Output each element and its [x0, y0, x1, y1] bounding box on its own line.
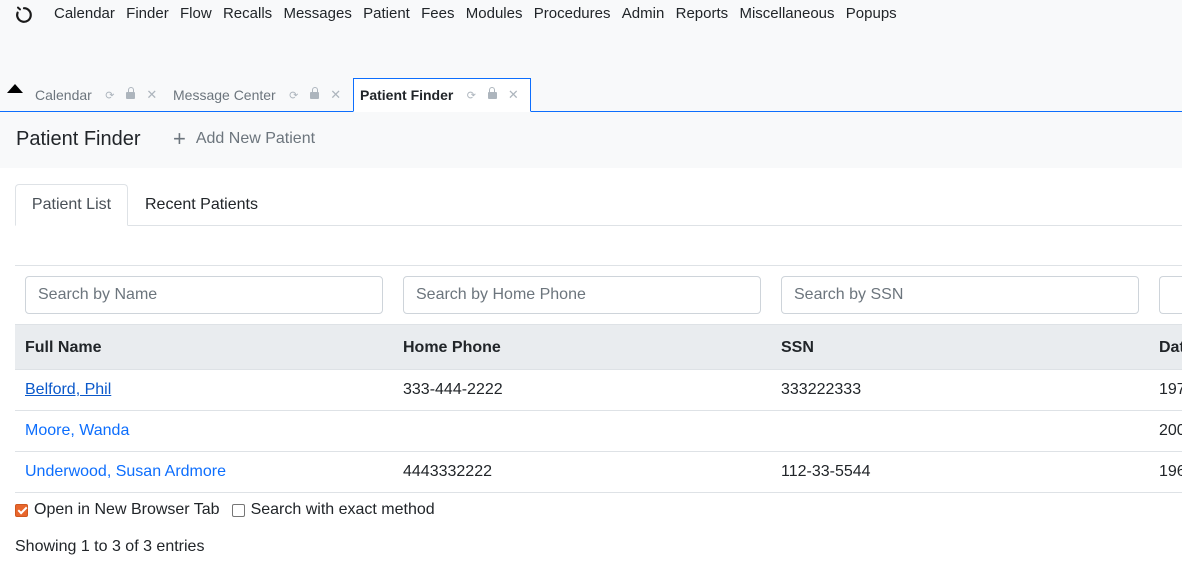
window-tab-label: Message Center — [173, 87, 276, 103]
close-icon[interactable]: ✕ — [506, 87, 520, 103]
dob-cell: 197 — [1159, 381, 1182, 398]
lock-icon[interactable] — [124, 87, 138, 102]
column-header-date-of-birth[interactable]: Dat — [1159, 339, 1182, 357]
page-title: Patient Finder — [16, 128, 141, 150]
window-tab-label: Patient Finder — [360, 87, 454, 103]
table-row[interactable]: Underwood, Susan Ardmore 4443332222 112-… — [15, 452, 1182, 493]
tab-patient-list[interactable]: Patient List — [15, 184, 128, 226]
search-name-input[interactable] — [25, 276, 383, 314]
window-tab-patient-finder[interactable]: Patient Finder ⟳ ✕ — [353, 78, 531, 112]
menu-procedures[interactable]: Procedures — [534, 5, 611, 23]
close-icon[interactable]: ✕ — [329, 87, 343, 103]
search-options: Open in New Browser Tab Search with exac… — [15, 501, 447, 519]
patient-name-link[interactable]: Moore, Wanda — [25, 422, 129, 440]
open-new-tab-checkbox[interactable] — [15, 503, 28, 517]
menu-miscellaneous[interactable]: Miscellaneous — [739, 5, 834, 23]
ssn-cell: 112-33-5544 — [781, 463, 871, 480]
patient-name-link[interactable]: Underwood, Susan Ardmore — [25, 463, 226, 481]
search-ssn-input[interactable] — [781, 276, 1139, 314]
patient-nav-tabs: Patient List Recent Patients — [15, 184, 1182, 226]
menu-fees[interactable]: Fees — [421, 5, 454, 23]
lock-icon[interactable] — [485, 87, 499, 102]
open-new-tab-label[interactable]: Open in New Browser Tab — [34, 501, 220, 519]
menu-admin[interactable]: Admin — [622, 5, 665, 23]
caret-up-icon[interactable] — [7, 84, 23, 93]
main-menu: Calendar Finder Flow Recalls Messages Pa… — [54, 5, 908, 23]
exact-search-checkbox[interactable] — [231, 503, 245, 517]
menu-messages[interactable]: Messages — [283, 5, 351, 23]
column-header-ssn[interactable]: SSN — [781, 339, 814, 357]
search-dob-input[interactable] — [1159, 276, 1182, 314]
window-tab-message-center[interactable]: Message Center ⟳ ✕ — [173, 78, 343, 112]
refresh-icon[interactable]: ⟳ — [103, 89, 117, 102]
menu-modules[interactable]: Modules — [466, 5, 523, 23]
column-header-full-name[interactable]: Full Name — [25, 339, 101, 357]
top-menu-bar: Calendar Finder Flow Recalls Messages Pa… — [0, 0, 1182, 78]
menu-calendar[interactable]: Calendar — [54, 5, 115, 23]
refresh-icon[interactable]: ⟳ — [464, 89, 478, 102]
column-header-home-phone[interactable]: Home Phone — [403, 339, 501, 357]
add-new-patient-label: Add New Patient — [195, 130, 316, 147]
openemr-logo-icon[interactable] — [15, 6, 33, 24]
menu-finder[interactable]: Finder — [126, 5, 169, 23]
menu-patient[interactable]: Patient — [363, 5, 410, 23]
home-phone-cell: 333-444-2222 — [403, 381, 503, 398]
dob-cell: 200 — [1159, 422, 1182, 439]
page-header: Patient Finder + Add New Patient — [0, 112, 1182, 168]
close-icon[interactable]: ✕ — [145, 87, 159, 103]
table-row[interactable]: Belford, Phil 333-444-2222 333222333 197 — [15, 370, 1182, 411]
menu-reports[interactable]: Reports — [676, 5, 729, 23]
window-tab-strip: Calendar ⟳ ✕ Message Center ⟳ ✕ Patient … — [0, 78, 1182, 112]
plus-icon: + — [173, 126, 186, 151]
dob-cell: 196 — [1159, 463, 1182, 480]
table-info: Showing 1 to 3 of 3 entries — [15, 538, 205, 555]
window-tab-label: Calendar — [35, 87, 92, 103]
add-new-patient-button[interactable]: + Add New Patient — [173, 126, 316, 151]
home-phone-cell: 4443332222 — [403, 463, 492, 480]
section-divider — [15, 265, 1182, 266]
window-tab-calendar[interactable]: Calendar ⟳ ✕ — [35, 78, 159, 112]
ssn-cell: 333222333 — [781, 381, 862, 398]
refresh-icon[interactable]: ⟳ — [287, 89, 301, 102]
patient-name-link[interactable]: Belford, Phil — [25, 381, 111, 399]
exact-search-label[interactable]: Search with exact method — [251, 501, 435, 519]
menu-recalls[interactable]: Recalls — [223, 5, 272, 23]
lock-icon[interactable] — [308, 87, 322, 102]
search-home-phone-input[interactable] — [403, 276, 761, 314]
tab-recent-patients[interactable]: Recent Patients — [145, 184, 258, 226]
menu-flow[interactable]: Flow — [180, 5, 212, 23]
table-row[interactable]: Moore, Wanda 200 — [15, 411, 1182, 452]
table-header: Full Name Home Phone SSN Dat — [15, 324, 1182, 370]
menu-popups[interactable]: Popups — [846, 5, 897, 23]
